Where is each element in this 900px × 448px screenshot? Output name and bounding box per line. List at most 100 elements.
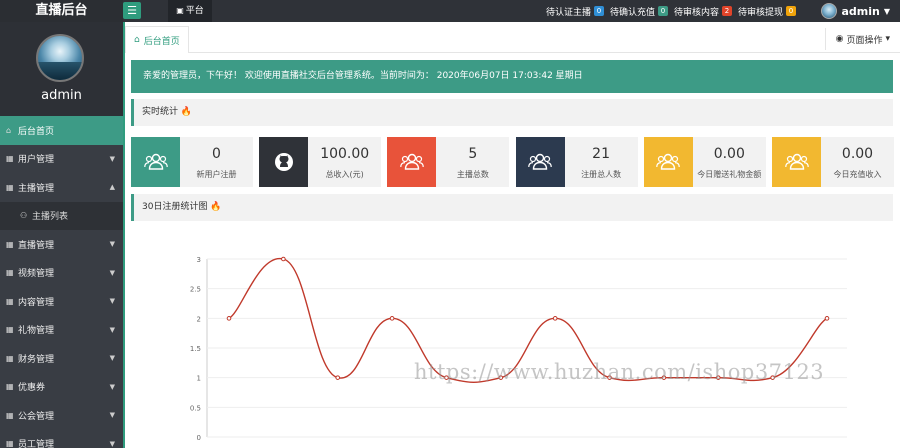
data-point bbox=[824, 316, 830, 321]
sidebar-item-label: 主播列表 bbox=[32, 212, 69, 223]
user-menu[interactable]: admin ▼ bbox=[821, 0, 890, 22]
sidebar-item[interactable]: ⚇ 主播列表 bbox=[0, 201, 123, 230]
stat-label: 今日赠送礼物金额 bbox=[697, 170, 762, 179]
users-icon bbox=[643, 137, 693, 187]
chevron-down-icon: ▼ bbox=[109, 411, 115, 420]
finance-icon: ▦ bbox=[6, 353, 14, 363]
stat-value: 5 bbox=[468, 146, 478, 162]
stat-value: 0.00 bbox=[841, 146, 874, 162]
brand-title: 直播后台 bbox=[0, 0, 123, 22]
stat-value: 0 bbox=[212, 146, 221, 162]
tab-platform[interactable]: ▣ 平台 bbox=[168, 0, 212, 22]
sidebar-item[interactable]: ▦ 直播管理 ▼ bbox=[0, 230, 123, 259]
chevron-down-icon: ▼ bbox=[109, 354, 115, 363]
tab-platform-label: 平台 bbox=[185, 6, 204, 16]
platform-icon: ▣ bbox=[176, 6, 184, 15]
chart-title: 30日注册统计图 bbox=[142, 202, 208, 212]
chevron-down-icon: ▼ bbox=[109, 439, 115, 448]
alert-label: 待确认充值 bbox=[609, 7, 655, 18]
sidebar-item[interactable]: ▦ 内容管理 ▼ bbox=[0, 287, 123, 316]
sidebar-item-label: 财务管理 bbox=[18, 354, 55, 365]
stat-card: 0.00 今日充值收入 bbox=[772, 137, 894, 187]
stat-label: 新用户注册 bbox=[196, 170, 237, 179]
data-point bbox=[226, 316, 232, 321]
alert-badge: 2 bbox=[721, 6, 732, 16]
menu-toggle-icon[interactable]: ☰ bbox=[123, 2, 141, 19]
welcome-banner: 亲爱的管理员，下午好！ 欢迎使用直播社交后台管理系统。当前时间为： 2020年0… bbox=[131, 60, 893, 93]
video-icon: ▦ bbox=[6, 268, 14, 278]
y-tick-label: 2 bbox=[197, 315, 201, 323]
stat-label: 注册总人数 bbox=[581, 170, 622, 179]
sidebar-item[interactable]: ⌂ 后台首页 bbox=[0, 116, 123, 145]
stat-card: 100.00 总收入(元) bbox=[259, 137, 382, 187]
sidebar-item-label: 视频管理 bbox=[18, 269, 55, 280]
users-icon bbox=[387, 137, 437, 187]
profile-name: admin bbox=[41, 88, 82, 103]
watermark: https://www.huzhan.com/ishop37123 bbox=[414, 360, 825, 384]
tab-home[interactable]: ⌂ 后台首页 bbox=[125, 26, 189, 53]
users-icon bbox=[772, 137, 821, 187]
user-name: admin bbox=[841, 4, 880, 18]
stats-row: 0 新用户注册 100.00 总收入(元) 5 主播总数 21 注册总人数 0.00 今日赠送礼物… bbox=[131, 137, 897, 187]
y-tick-label: 0 bbox=[197, 434, 201, 442]
main-content: ⌂ 后台首页 ◉ 页面操作 ▾ 亲爱的管理员，下午好！ 欢迎使用直播社交后台管理… bbox=[123, 22, 900, 448]
chart-section-title: 30日注册统计图 🔥 bbox=[131, 194, 893, 221]
sidebar-item[interactable]: ▦ 公会管理 ▼ bbox=[0, 401, 123, 430]
stat-card: 0.00 今日赠送礼物金额 bbox=[643, 137, 766, 187]
guild-icon: ▦ bbox=[6, 410, 14, 420]
y-tick-label: 3 bbox=[197, 256, 201, 264]
data-point bbox=[335, 375, 341, 380]
target-icon: ◉ bbox=[835, 34, 844, 44]
stat-label: 主播总数 bbox=[456, 170, 489, 179]
chevron-down-icon: ▼ bbox=[109, 297, 115, 306]
user-icon: ▦ bbox=[6, 154, 14, 164]
sidebar-item[interactable]: ▦ 优惠券 ▼ bbox=[0, 373, 123, 402]
stat-card: 21 注册总人数 bbox=[515, 137, 638, 187]
stat-label: 今日充值收入 bbox=[833, 170, 882, 179]
sidebar-item-label: 内容管理 bbox=[18, 297, 55, 308]
content-icon: ▦ bbox=[6, 296, 14, 306]
sidebar-item[interactable]: ▦ 财务管理 ▼ bbox=[0, 344, 123, 373]
alert-bar: 待认证主播 0 待确认充值 0 待审核内容 2 待审核提现 0 bbox=[546, 0, 796, 22]
chevron-down-icon: ▼ bbox=[109, 382, 115, 391]
alert-label: 待审核内容 bbox=[673, 7, 719, 18]
top-header: 直播后台 ☰ ▣ 平台 待认证主播 0 待确认充值 0 待审核内容 2 待审核提现 0 admi… bbox=[0, 0, 900, 22]
tab-home-label: 后台首页 bbox=[143, 36, 180, 47]
alert-badge: 0 bbox=[593, 6, 604, 16]
sidebar-item[interactable]: ▦ 主播管理 ▲ bbox=[0, 173, 123, 202]
sidebar-item-label: 礼物管理 bbox=[18, 326, 55, 337]
sidebar-item[interactable]: ▦ 视频管理 ▼ bbox=[0, 259, 123, 288]
data-point bbox=[281, 256, 286, 262]
data-point bbox=[552, 316, 558, 321]
alert-item[interactable]: 待认证主播 0 bbox=[546, 5, 604, 18]
alert-badge: 0 bbox=[786, 6, 796, 16]
sidebar-item-label: 优惠券 bbox=[18, 383, 46, 394]
sidebar: admin ⌂ 后台首页 ▦ 用户管理 ▼ ▦ 主播管理 ▲ ⚇ 主播列表 ▦ 直播管理 ▼ ▦ 视频管理 ▼… bbox=[0, 22, 123, 448]
stat-value: 0.00 bbox=[713, 146, 745, 162]
github-icon bbox=[259, 137, 309, 187]
alert-item[interactable]: 待确认充值 0 bbox=[610, 5, 668, 18]
chevron-down-icon: ▼ bbox=[109, 268, 115, 277]
sidebar-item-label: 公会管理 bbox=[18, 411, 55, 422]
chevron-down-icon: ▼ bbox=[109, 154, 115, 163]
page-ops-button[interactable]: ◉ 页面操作 ▾ bbox=[824, 28, 900, 50]
stat-card: 0 新用户注册 bbox=[131, 137, 253, 187]
chart-svg: 0 0.5 1 1.5 2 2.5 3 bbox=[190, 256, 847, 442]
anchor-icon: ▦ bbox=[6, 182, 14, 192]
coupon-icon: ▦ bbox=[6, 382, 14, 392]
fire-icon: 🔥 bbox=[180, 107, 193, 117]
sidebar-item-label: 直播管理 bbox=[18, 240, 55, 251]
alert-item[interactable]: 待审核提现 0 bbox=[738, 5, 796, 18]
y-tick-label: 1 bbox=[197, 375, 201, 383]
page-tabbar: ⌂ 后台首页 ◉ 页面操作 ▾ bbox=[125, 22, 900, 53]
sidebar-item[interactable]: ▦ 礼物管理 ▼ bbox=[0, 316, 123, 345]
users-icon bbox=[131, 137, 180, 187]
alert-item[interactable]: 待审核内容 2 bbox=[674, 5, 732, 18]
y-tick-label: 1.5 bbox=[190, 345, 201, 353]
y-tick-label: 0.5 bbox=[190, 404, 201, 412]
sidebar-item[interactable]: ▦ 员工管理 ▼ bbox=[0, 430, 123, 448]
alert-badge: 0 bbox=[657, 6, 668, 16]
y-tick-label: 2.5 bbox=[190, 286, 201, 294]
chevron-down-icon: ▼ bbox=[883, 6, 890, 16]
sidebar-item[interactable]: ▦ 用户管理 ▼ bbox=[0, 145, 123, 174]
